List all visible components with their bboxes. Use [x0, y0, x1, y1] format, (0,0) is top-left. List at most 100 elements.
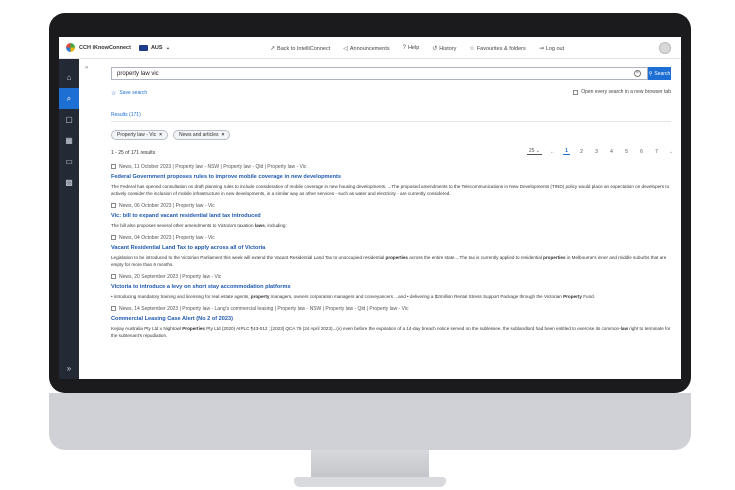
- top-nav-item[interactable]: ◁ Announcements: [343, 45, 389, 52]
- expand-sidebar-icon[interactable]: »: [59, 364, 79, 373]
- result-meta: News, 14 September 2023 | Property law -…: [111, 305, 671, 312]
- result-checkbox[interactable]: [111, 235, 116, 240]
- highlighted-term: Property: [563, 294, 582, 299]
- result-meta: News, 20 September 2023 | Property law -…: [111, 273, 671, 280]
- search-button-label: Search: [654, 70, 671, 77]
- result-item: News, 06 October 2023 | Property law - V…: [111, 202, 671, 229]
- new-tab-checkbox[interactable]: [573, 89, 579, 95]
- sidebar: ⌂ ⌕ ▢ ▦ ▭ ▩ »: [59, 59, 79, 379]
- next-page-icon[interactable]: →: [668, 149, 673, 155]
- top-bar: CCH iKnowConnect AUS ⌄ ↗ Back to IntelliC…: [59, 37, 681, 59]
- page-7-link[interactable]: 7: [653, 149, 660, 155]
- result-title-link[interactable]: Commercial Leasing Case Alert (No 2 of 2…: [111, 316, 671, 322]
- save-search-link[interactable]: Save search: [119, 90, 147, 96]
- result-checkbox[interactable]: [111, 164, 116, 169]
- top-nav-label: Help: [407, 45, 420, 51]
- result-snippet: The Federal has opened consultation on d…: [111, 183, 671, 197]
- page-4-link[interactable]: 4: [608, 149, 615, 155]
- result-snippet: Kejray Australia Pty Ltd v Nightowl Prop…: [111, 325, 671, 339]
- sidebar-item-grid[interactable]: ▩: [59, 172, 79, 193]
- result-item: News, 11 October 2023 | Property law - N…: [111, 163, 671, 197]
- highlighted-term: law: [620, 326, 629, 331]
- page-3-link[interactable]: 3: [593, 149, 600, 155]
- close-icon[interactable]: ×: [221, 132, 224, 138]
- sidebar-item-calculator[interactable]: ▦: [59, 130, 79, 151]
- brand-name[interactable]: CCH iKnowConnect: [79, 45, 131, 51]
- sidebar-item-briefcase[interactable]: ▢: [59, 109, 79, 130]
- highlighted-term: property: [250, 294, 270, 299]
- highlighted-term: laws: [254, 223, 265, 228]
- search-query: property law vic: [117, 70, 159, 77]
- top-nav-item[interactable]: ↺ History: [432, 45, 456, 52]
- page-1-link[interactable]: 1: [563, 148, 570, 155]
- sidebar-item-home[interactable]: ⌂: [59, 67, 79, 88]
- page-6-link[interactable]: 6: [638, 149, 645, 155]
- top-nav-icon: ↗: [270, 45, 276, 52]
- snippet-text: Kejray Australia Pty Ltd v Nightowl: [111, 326, 183, 331]
- highlighted-term: Properties: [182, 326, 205, 331]
- star-icon[interactable]: ☆: [111, 90, 116, 97]
- top-nav-item[interactable]: ? Help: [403, 45, 420, 51]
- snippet-text: across the entire state....The tax is cu…: [407, 255, 544, 260]
- avatar[interactable]: [659, 42, 671, 54]
- home-icon: ⌂: [66, 73, 72, 82]
- top-nav-label: Back to IntelliConnect: [277, 45, 331, 52]
- page-5-link[interactable]: 5: [623, 149, 630, 155]
- snippet-text: managers, owners corporation managers an…: [269, 294, 564, 299]
- snippet-text: , including:: [264, 223, 287, 228]
- result-item: News, 04 October 2023 | Property law - V…: [111, 234, 671, 268]
- top-nav-item[interactable]: ⇥ Log out: [539, 45, 564, 52]
- top-navigation: ↗ Back to IntelliConnect ◁ Announcements ?…: [270, 37, 564, 59]
- result-meta: News, 11 October 2023 | Property law - N…: [111, 163, 671, 170]
- close-icon[interactable]: ×: [159, 132, 162, 138]
- snippet-text: • introducing mandatory training and lic…: [111, 294, 251, 299]
- result-checkbox[interactable]: [111, 203, 116, 208]
- clear-search-icon[interactable]: ×: [634, 70, 641, 77]
- result-snippet: Legislation to be introduced to the Vict…: [111, 254, 671, 268]
- search-input[interactable]: property law vic ×: [111, 67, 648, 80]
- page-2-link[interactable]: 2: [578, 149, 585, 155]
- filter-chip[interactable]: News and articles ×: [173, 130, 231, 140]
- top-nav-item[interactable]: ↗ Back to IntelliConnect: [270, 45, 330, 52]
- result-meta-text: News, 20 September 2023 | Property law -…: [119, 273, 222, 280]
- new-tab-label: Open every search in a new browser tab: [581, 89, 671, 95]
- book-icon: ▭: [65, 157, 73, 166]
- previous-page-icon[interactable]: ←: [550, 149, 555, 155]
- result-checkbox[interactable]: [111, 306, 116, 311]
- new-tab-option[interactable]: Open every search in a new browser tab: [573, 89, 671, 95]
- sidebar-item-book[interactable]: ▭: [59, 151, 79, 172]
- result-meta-text: News, 14 September 2023 | Property law -…: [119, 305, 409, 312]
- snippet-text: Fund.: [581, 294, 595, 299]
- results-per-page-select[interactable]: 25 ⌄: [526, 148, 542, 155]
- sidebar-item-search[interactable]: ⌕: [59, 88, 79, 109]
- result-meta-text: News, 11 October 2023 | Property law - N…: [119, 163, 307, 170]
- result-title-link[interactable]: Federal Government proposes rules to imp…: [111, 174, 671, 180]
- search-icon: ⚲: [648, 70, 653, 77]
- result-checkbox[interactable]: [111, 274, 116, 279]
- result-meta-text: News, 04 October 2023 | Property law - V…: [119, 234, 215, 241]
- highlighted-term: properties: [385, 255, 408, 260]
- collapse-panel-icon[interactable]: »: [85, 65, 88, 71]
- app-window: CCH iKnowConnect AUS ⌄ ↗ Back to IntelliC…: [59, 37, 681, 379]
- result-title-link[interactable]: Vic: bill to expand vacant residential l…: [111, 213, 671, 219]
- top-nav-label: History: [439, 45, 457, 52]
- briefcase-icon: ▢: [65, 115, 73, 124]
- tab-divider: [111, 121, 671, 122]
- brand-logo-icon[interactable]: [66, 43, 75, 52]
- filter-chip-label: Property law - Vic: [117, 132, 157, 138]
- top-nav-label: Log out: [545, 45, 565, 52]
- active-filters: Property law - Vic × News and articles ×: [111, 130, 231, 140]
- result-title-link[interactable]: Victoria to introduce a levy on short st…: [111, 284, 671, 290]
- top-nav-item[interactable]: ☆ Favourites & folders: [469, 45, 525, 52]
- filter-chip-label: News and articles: [179, 132, 219, 138]
- search-button[interactable]: ⚲ Search: [648, 67, 671, 80]
- result-title-link[interactable]: Vacant Residential Land Tax to apply acr…: [111, 245, 671, 251]
- top-nav-icon: ◁: [343, 45, 348, 52]
- results-list: News, 11 October 2023 | Property law - N…: [111, 163, 671, 344]
- filter-chip[interactable]: Property law - Vic ×: [111, 130, 169, 140]
- region-selector[interactable]: AUS ⌄: [138, 44, 170, 51]
- snippet-text: The bill also proposes several other ame…: [111, 223, 255, 228]
- region-label: AUS: [150, 44, 163, 51]
- top-nav-icon: ⇥: [538, 45, 544, 52]
- monitor-stand: [311, 450, 429, 478]
